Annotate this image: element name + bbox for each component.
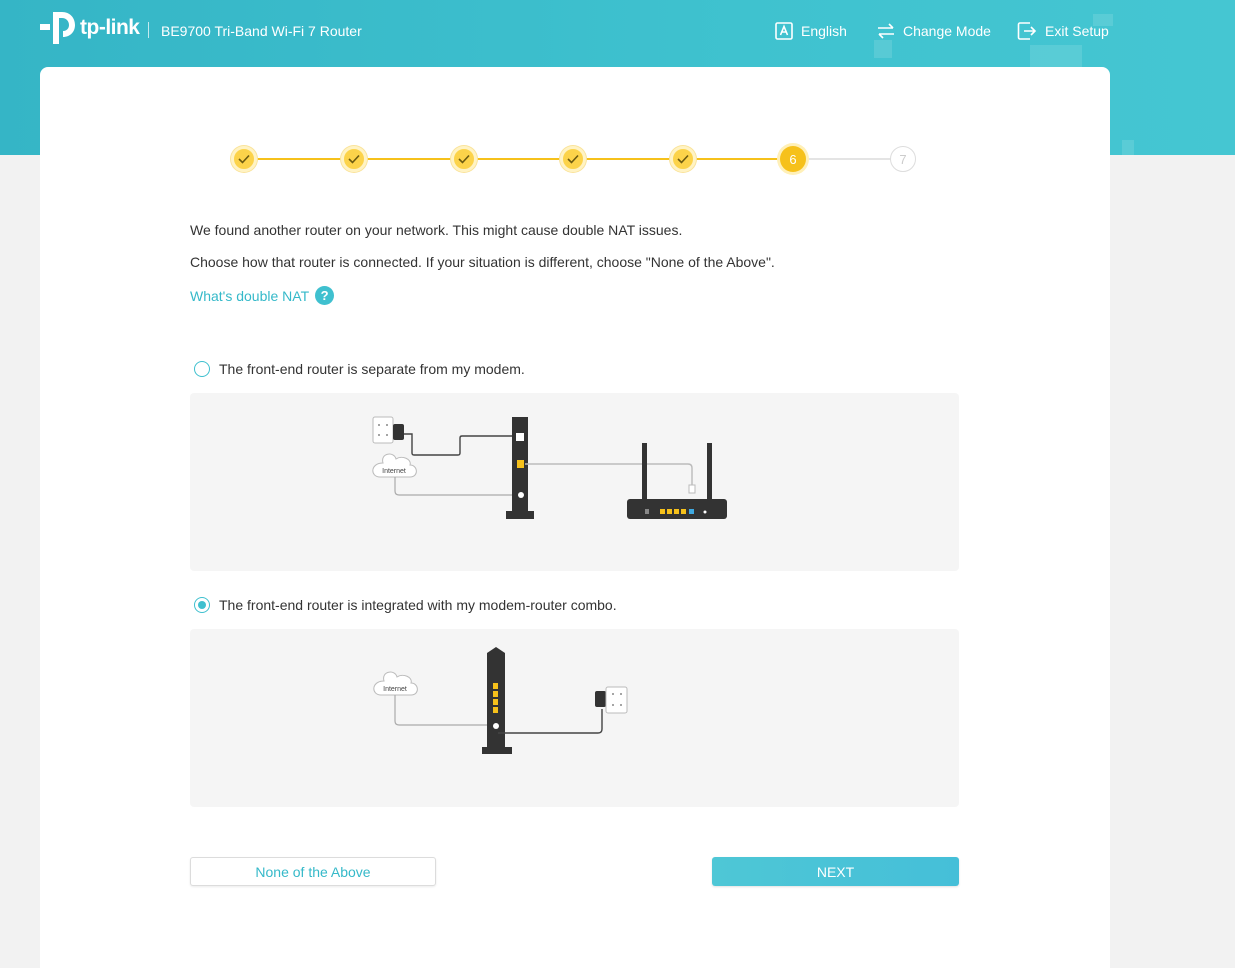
check-icon (238, 154, 250, 164)
integrated-router-illustration: Internet (373, 647, 628, 754)
radio-integrated-router[interactable] (194, 597, 210, 613)
exit-arrow-icon (1017, 21, 1037, 41)
step-6-active: 6 (780, 146, 806, 172)
option-integrated-label: The front-end router is integrated with … (219, 597, 617, 613)
check-icon (348, 154, 360, 164)
check-icon (567, 154, 579, 164)
change-mode-label: Change Mode (903, 23, 991, 39)
step-1-done (231, 146, 257, 172)
switch-arrows-icon (877, 23, 895, 39)
connection-instruction: Choose how that router is connected. If … (190, 254, 775, 270)
exit-setup-button[interactable]: Exit Setup (1017, 20, 1109, 42)
language-selector[interactable]: English (775, 20, 847, 42)
step-5-done (670, 146, 696, 172)
tp-link-logo: tp-link (40, 10, 140, 46)
double-nat-warning: We found another router on your network.… (190, 222, 683, 238)
top-bar: tp-link BE9700 Tri-Band Wi-Fi 7 Router E… (0, 0, 1235, 62)
next-button[interactable]: NEXT (712, 857, 959, 886)
radio-separate-router[interactable] (194, 361, 210, 377)
step-3-done (451, 146, 477, 172)
logo-text: tp-link (80, 16, 140, 39)
exit-setup-label: Exit Setup (1045, 23, 1109, 39)
step-7-pending: 7 (890, 146, 916, 172)
step-2-done (341, 146, 367, 172)
question-mark-icon: ? (315, 286, 335, 305)
product-name: BE9700 Tri-Band Wi-Fi 7 Router (161, 23, 362, 39)
language-label: English (801, 23, 847, 39)
double-nat-help-link[interactable]: What's double NAT ? (190, 286, 335, 305)
integrated-router-diagram: Internet (190, 629, 959, 807)
separate-router-diagram: Internet (190, 393, 959, 571)
progress-line-done (245, 158, 793, 160)
step-4-done (560, 146, 586, 172)
header-divider (148, 22, 149, 38)
progress-line-todo (793, 158, 903, 160)
check-icon (458, 154, 470, 164)
check-icon (677, 154, 689, 164)
tp-link-logo-icon (40, 12, 75, 44)
option-separate-label: The front-end router is separate from my… (219, 361, 525, 377)
internet-cloud-label-2: Internet (383, 686, 407, 693)
language-a-icon (775, 22, 793, 40)
option-integrated-router[interactable]: The front-end router is integrated with … (194, 597, 617, 613)
help-link-label: What's double NAT (190, 287, 310, 304)
setup-card: 6 7 We found another router on your netw… (40, 67, 1110, 968)
option-separate-router[interactable]: The front-end router is separate from my… (194, 361, 525, 377)
none-of-the-above-button[interactable]: None of the Above (190, 857, 436, 886)
separate-router-illustration: Internet (372, 416, 727, 519)
change-mode-button[interactable]: Change Mode (877, 20, 991, 42)
internet-cloud-label: Internet (382, 468, 406, 475)
